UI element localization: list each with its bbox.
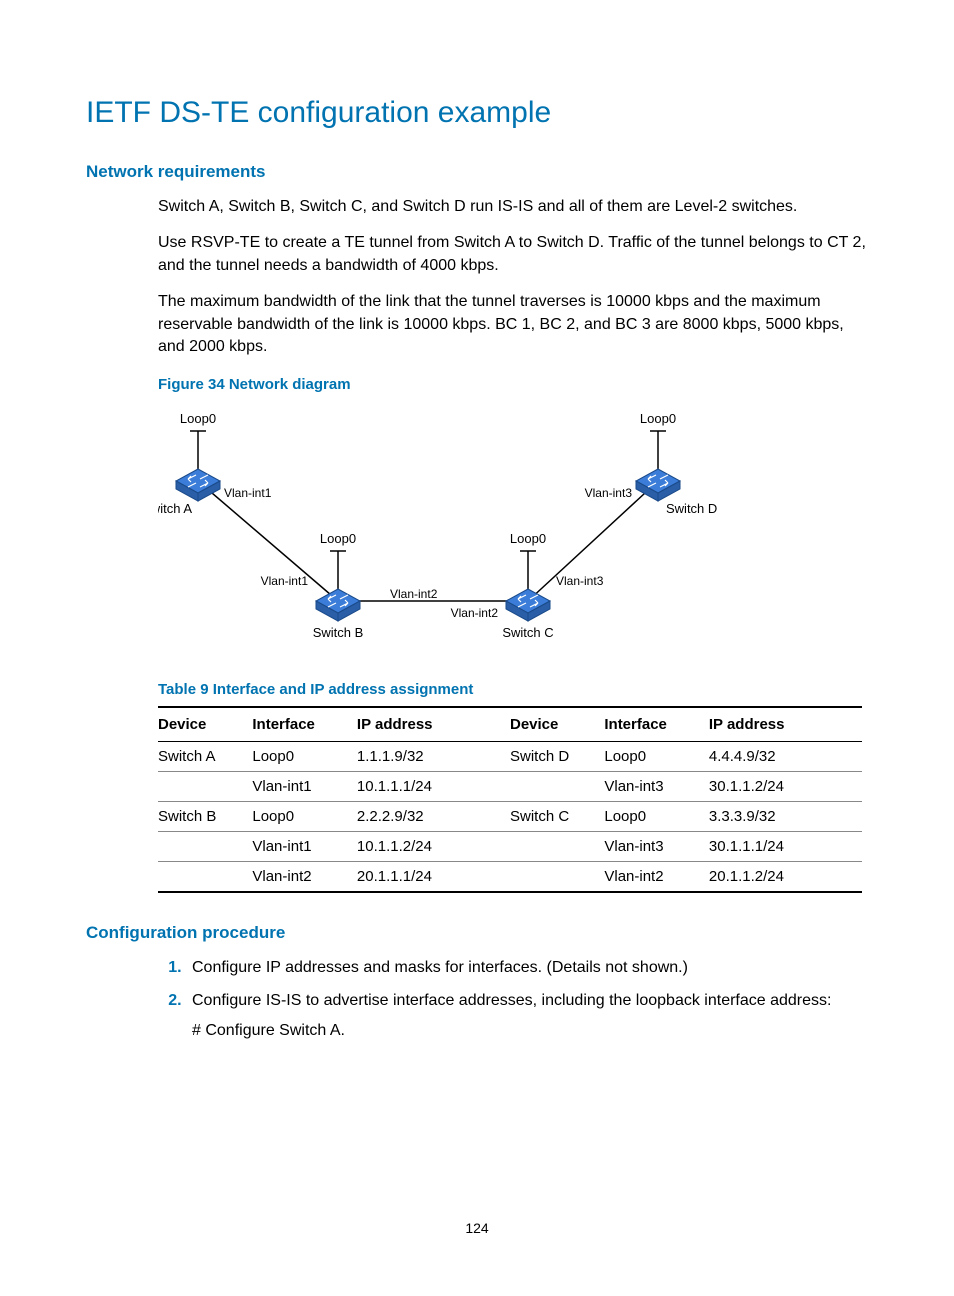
- port-label: Vlan-int3: [585, 486, 633, 500]
- loop-label: Loop0: [320, 531, 356, 546]
- table-row: Switch ALoop01.1.1.9/32 Switch DLoop04.4…: [158, 742, 862, 772]
- table-caption: Table 9 Interface and IP address assignm…: [158, 681, 868, 698]
- switch-name: Switch D: [666, 501, 717, 516]
- page-number: 124: [0, 1220, 954, 1236]
- table-row: Switch BLoop02.2.2.9/32 Switch CLoop03.3…: [158, 802, 862, 832]
- interface-table: Device Interface IP address Device Inter…: [158, 706, 862, 893]
- figure-caption: Figure 34 Network diagram: [158, 376, 868, 393]
- section-network-requirements: Network requirements: [86, 162, 868, 182]
- port-label: Vlan-int3: [556, 574, 604, 588]
- table-header: Device: [510, 707, 604, 742]
- page-title: IETF DS-TE configuration example: [86, 96, 868, 130]
- switch-icon: [506, 589, 550, 621]
- switch-name: Switch A: [158, 501, 192, 516]
- switch-icon: [176, 469, 220, 501]
- list-item: Configure IP addresses and masks for int…: [186, 957, 868, 979]
- paragraph: The maximum bandwidth of the link that t…: [158, 291, 868, 358]
- switch-name: Switch B: [313, 625, 364, 640]
- loop-label: Loop0: [180, 411, 216, 426]
- loop-label: Loop0: [640, 411, 676, 426]
- port-label: Vlan-int2: [451, 606, 499, 620]
- network-diagram: Loop0 Loop0 Loop0 Loop0 Switch A Switch …: [158, 401, 868, 651]
- paragraph: Use RSVP-TE to create a TE tunnel from S…: [158, 232, 868, 277]
- table-header: Interface: [252, 707, 357, 742]
- procedure-steps: Configure IP addresses and masks for int…: [158, 957, 868, 1042]
- port-label: Vlan-int2: [390, 587, 438, 601]
- table-row: Vlan-int110.1.1.2/24 Vlan-int330.1.1.1/2…: [158, 832, 862, 862]
- port-label: Vlan-int1: [261, 574, 309, 588]
- list-item: Configure IS-IS to advertise interface a…: [186, 990, 868, 1043]
- table-header: IP address: [709, 707, 862, 742]
- table-header: Interface: [604, 707, 709, 742]
- section-configuration-procedure: Configuration procedure: [86, 923, 868, 943]
- table-row: Vlan-int220.1.1.1/24 Vlan-int220.1.1.2/2…: [158, 862, 862, 893]
- step-text: Configure IP addresses and masks for int…: [192, 959, 688, 976]
- table-header: Device: [158, 707, 252, 742]
- table-header: IP address: [357, 707, 510, 742]
- switch-name: Switch C: [502, 625, 553, 640]
- paragraph: Switch A, Switch B, Switch C, and Switch…: [158, 196, 868, 218]
- loop-label: Loop0: [510, 531, 546, 546]
- switch-icon: [316, 589, 360, 621]
- step-subtext: # Configure Switch A.: [192, 1020, 868, 1042]
- step-text: Configure IS-IS to advertise interface a…: [192, 992, 831, 1009]
- table-row: Vlan-int110.1.1.1/24 Vlan-int330.1.1.2/2…: [158, 772, 862, 802]
- port-label: Vlan-int1: [224, 486, 272, 500]
